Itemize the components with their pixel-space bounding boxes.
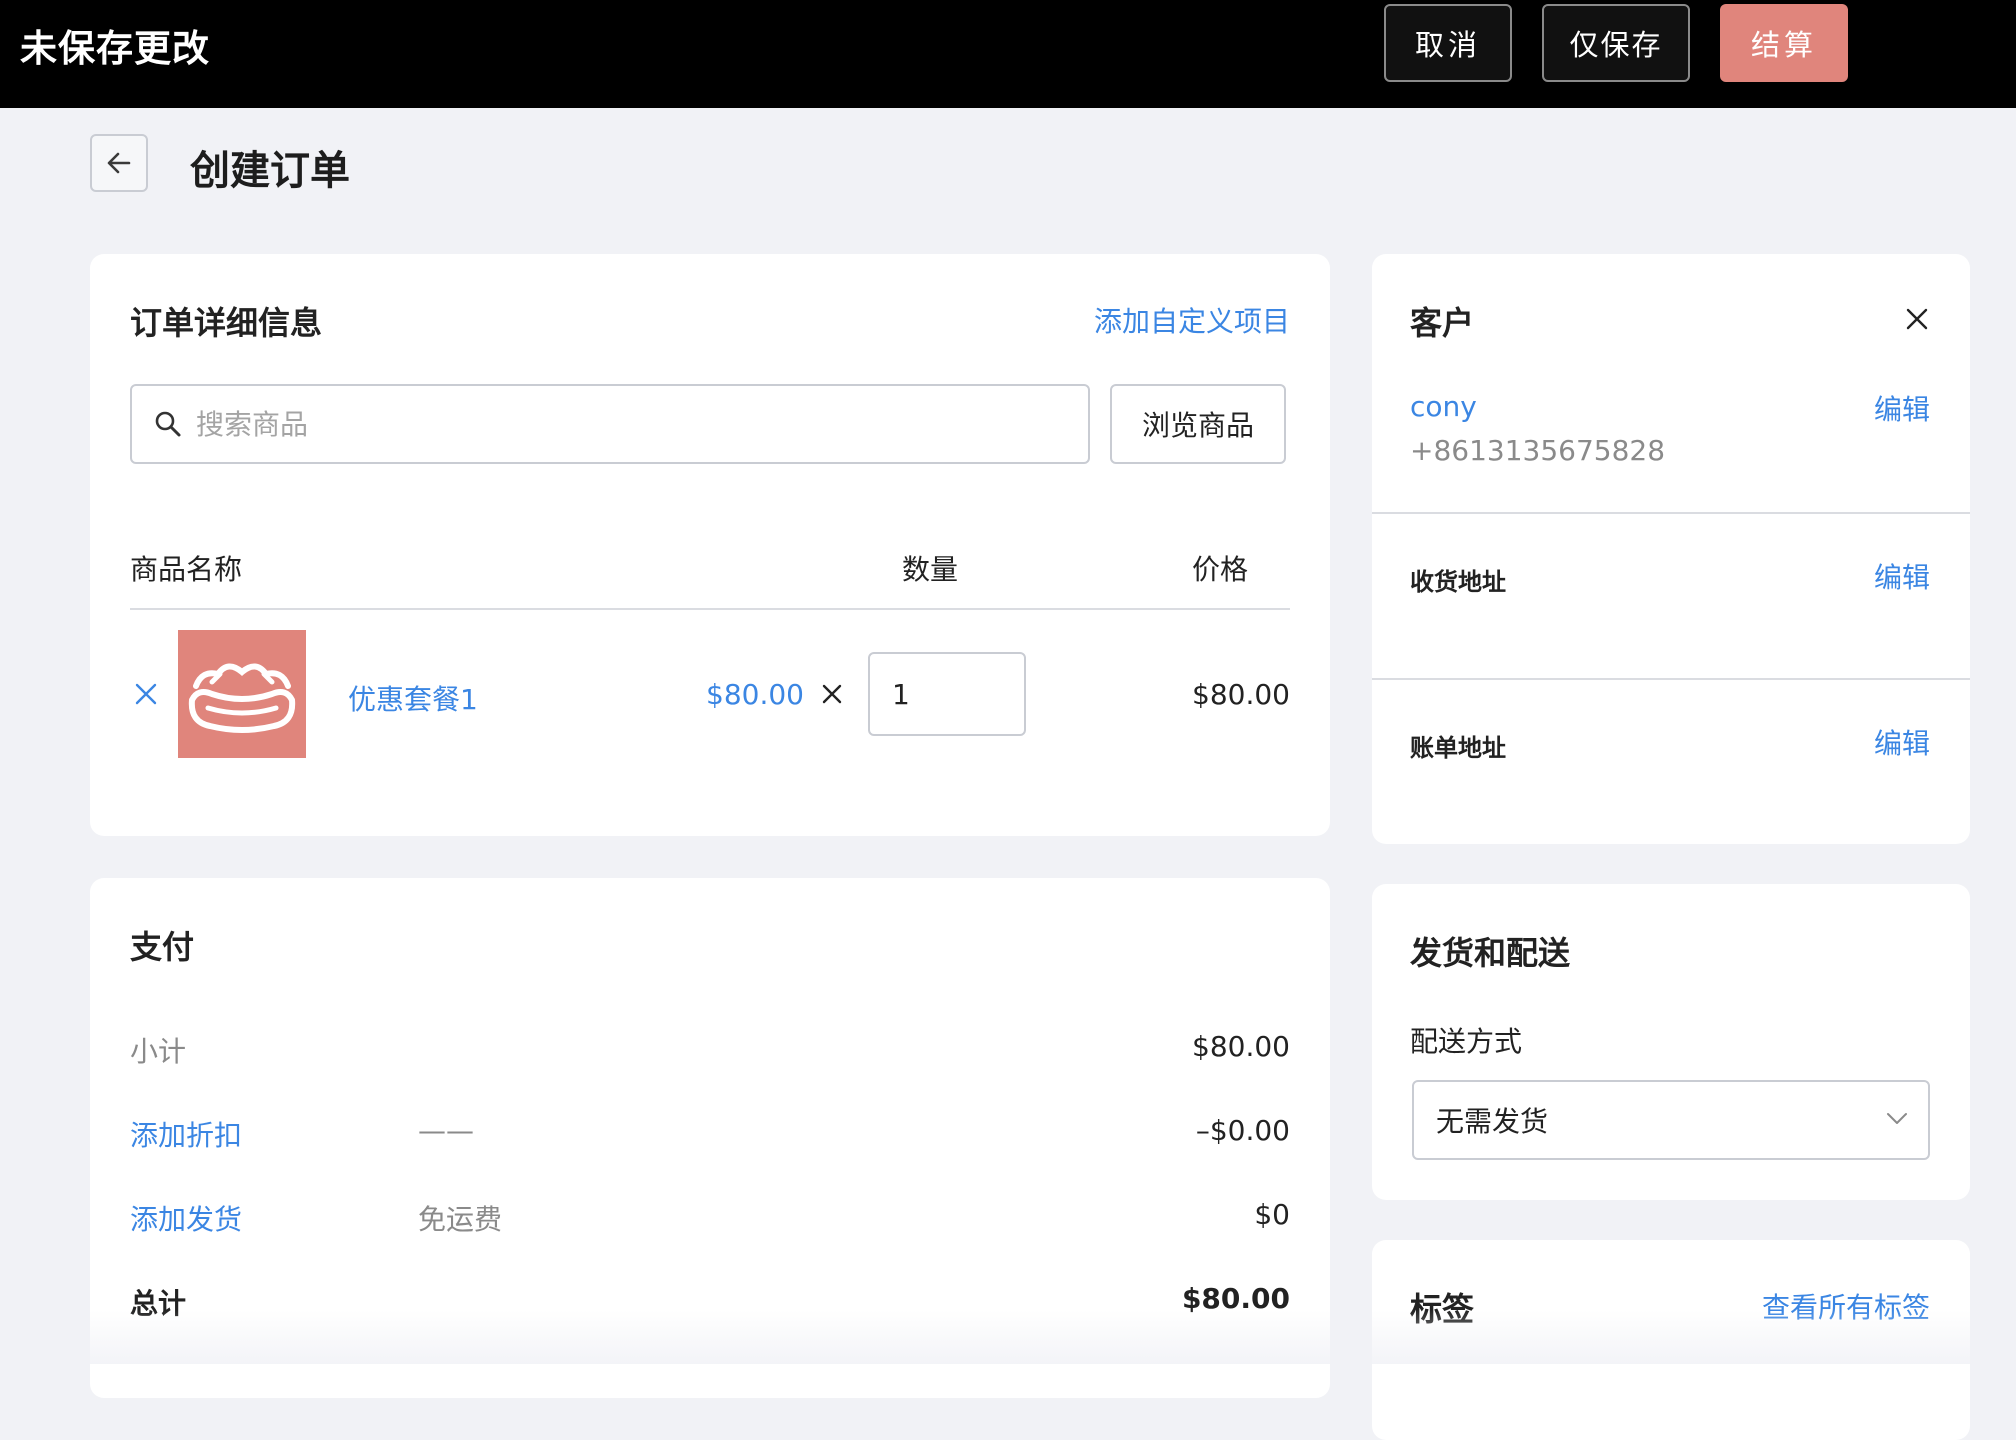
quantity-input[interactable] [890,676,1004,712]
order-details-card: 订单详细信息 添加自定义项目 浏览商品 商品名称 数量 价格 优惠套餐1 $80… [90,254,1330,836]
product-thumbnail [178,630,306,758]
column-header-price: 价格 [1192,553,1249,586]
delivery-method-label: 配送方式 [1410,1025,1523,1058]
unsaved-changes-title: 未保存更改 [20,27,210,70]
edit-billing-address-link[interactable]: 编辑 [1874,722,1930,762]
edit-shipping-address-link[interactable]: 编辑 [1874,556,1930,596]
column-header-name: 商品名称 [130,553,243,586]
edit-customer-link[interactable]: 编辑 [1874,388,1930,428]
shipping-address-label: 收货地址 [1410,568,1506,596]
shipping-value: $0 [1254,1198,1290,1231]
line-total: $80.00 [1192,678,1290,711]
shipping-title: 发货和配送 [1410,934,1571,972]
tags-title: 标签 [1410,1290,1475,1328]
search-input[interactable] [194,406,1058,442]
back-button[interactable] [90,134,148,192]
arrow-left-icon [107,152,131,174]
total-label: 总计 [130,1287,187,1320]
quantity-field[interactable] [868,652,1026,736]
multiply-icon [822,684,842,704]
payment-card: 支付 小计 $80.00 添加折扣 —— –$0.00 添加发货 免运费 $0 … [90,878,1330,1398]
subtotal-value: $80.00 [1192,1030,1290,1063]
top-bar: 未保存更改 取消 仅保存 结算 [0,0,2016,108]
browse-products-button[interactable]: 浏览商品 [1110,384,1286,464]
customer-name-link[interactable]: cony [1410,390,1477,423]
divider [1372,678,1970,680]
unit-price-link[interactable]: $80.00 [706,678,804,711]
delivery-method-select[interactable]: 无需发货 [1412,1080,1930,1160]
search-icon [155,411,181,437]
save-only-button[interactable]: 仅保存 [1542,4,1690,82]
billing-address-label: 账单地址 [1410,734,1506,762]
customer-phone: +8613135675828 [1410,434,1666,467]
customer-title: 客户 [1410,304,1475,342]
delivery-method-value: 无需发货 [1436,1105,1549,1138]
table-header-divider [130,608,1290,610]
product-mascot-icon [188,663,296,733]
column-header-quantity: 数量 [902,553,959,586]
shipping-card: 发货和配送 配送方式 无需发货 [1372,884,1970,1200]
close-icon[interactable] [1904,306,1930,332]
customer-card: 客户 cony +8613135675828 编辑 收货地址 编辑 账单地址 编… [1372,254,1970,844]
view-all-tags-link[interactable]: 查看所有标签 [1762,1286,1930,1326]
page-title: 创建订单 [190,148,350,194]
chevron-down-icon [1887,1113,1907,1124]
discount-desc: —— [418,1114,474,1147]
subtotal-label: 小计 [130,1035,187,1068]
add-shipping-link[interactable]: 添加发货 [130,1198,242,1238]
add-discount-link[interactable]: 添加折扣 [130,1114,242,1154]
discount-value: –$0.00 [1195,1114,1290,1147]
product-search-field[interactable] [130,384,1090,464]
payment-title: 支付 [130,928,195,966]
remove-item-icon[interactable] [134,682,158,706]
tags-card: 标签 查看所有标签 [1372,1240,1970,1440]
checkout-button[interactable]: 结算 [1720,4,1848,82]
shipping-desc: 免运费 [418,1203,503,1236]
cancel-button[interactable]: 取消 [1384,4,1512,82]
divider [1372,512,1970,514]
total-value: $80.00 [1181,1282,1290,1315]
order-details-title: 订单详细信息 [130,304,323,342]
product-name-link[interactable]: 优惠套餐1 [348,678,478,718]
add-custom-item-link[interactable]: 添加自定义项目 [1094,300,1290,340]
